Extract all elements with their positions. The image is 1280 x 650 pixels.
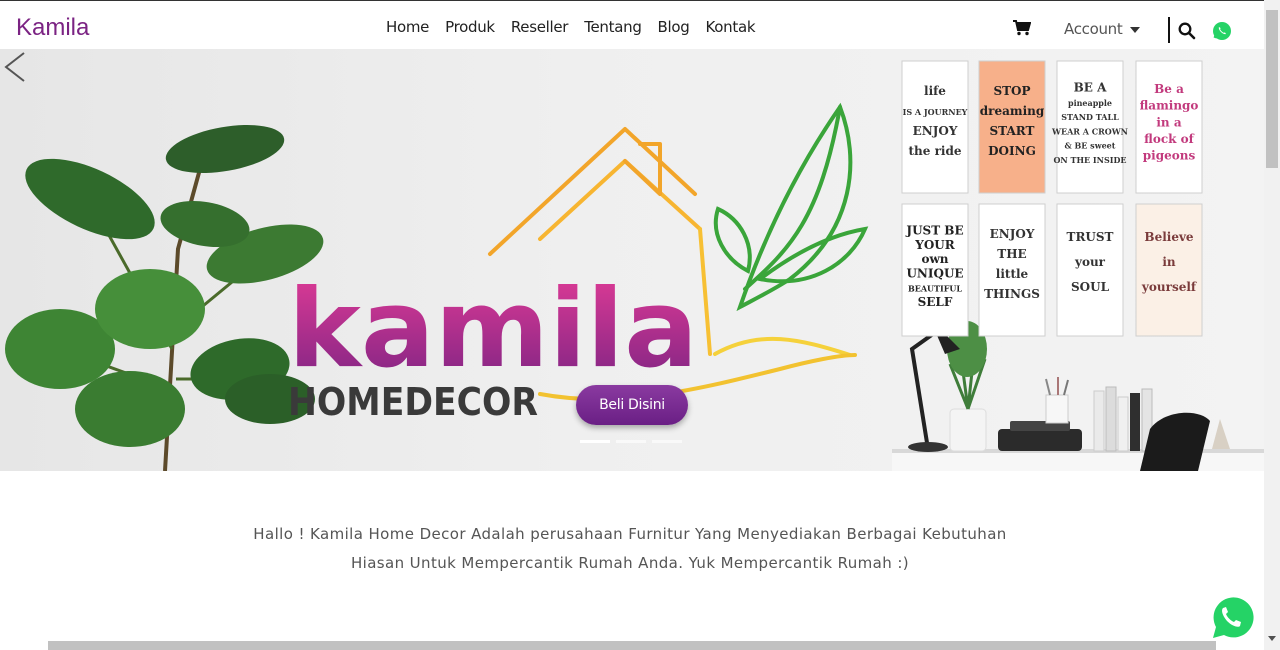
carousel-indicator[interactable] — [580, 440, 610, 443]
scroll-down-arrow-icon[interactable] — [1268, 636, 1276, 641]
nav-blog[interactable]: Blog — [650, 18, 698, 36]
poster-text: in — [1162, 255, 1176, 269]
carousel-prev-icon[interactable] — [0, 49, 30, 85]
poster-text: STAND TALL — [1061, 112, 1119, 122]
carousel-indicators — [580, 440, 682, 443]
poster-4: Be a flamingo in a flock of pigeons — [1135, 60, 1203, 194]
nav-divider — [1168, 17, 1170, 43]
brand-logo[interactable]: Kamila — [16, 14, 89, 42]
poster-text: your — [1074, 255, 1106, 269]
account-dropdown[interactable]: Account — [1064, 20, 1141, 38]
vertical-scroll-thumb[interactable] — [1266, 10, 1278, 168]
poster-text: little — [996, 267, 1029, 281]
poster-text: pineapple — [1068, 98, 1112, 108]
poster-text: ENJOY — [913, 124, 958, 138]
nav-tentang[interactable]: Tentang — [576, 18, 649, 36]
poster-text: START — [990, 124, 1035, 138]
poster-3: BE A pineapple STAND TALL WEAR A CROWN & BE … — [1051, 60, 1128, 194]
poster-text: BEAUTIFUL — [908, 284, 962, 294]
whatsapp-float-icon[interactable] — [1207, 594, 1255, 642]
poster-text: YOUR — [914, 238, 955, 252]
leaf-logo — [713, 102, 869, 312]
poster-frame — [1056, 203, 1124, 337]
poster-grid: life IS A JOURNEY ENJOY the ride STOP dreamin… — [901, 60, 1203, 337]
plant-illustration — [5, 124, 324, 471]
buy-here-button[interactable]: Beli Disini — [576, 385, 688, 425]
logo-wordmark: kamila — [288, 267, 698, 392]
account-label: Account — [1064, 20, 1123, 38]
carousel-indicator[interactable] — [616, 440, 646, 443]
poster-text: life — [924, 84, 946, 98]
poster-6: ENJOY THE little THINGS — [978, 203, 1046, 337]
poster-2: STOP dreaming START DOING — [978, 60, 1046, 194]
poster-text: SELF — [918, 295, 953, 309]
cart-icon[interactable] — [1013, 20, 1031, 36]
poster-text: THINGS — [984, 287, 1040, 301]
nav-produk[interactable]: Produk — [437, 18, 503, 36]
poster-text: UNIQUE — [906, 266, 963, 280]
poster-text: DOING — [988, 144, 1036, 158]
poster-text: IS A JOURNEY — [903, 107, 968, 117]
poster-8: Believe in yourself — [1135, 203, 1203, 337]
whatsapp-icon[interactable] — [1212, 21, 1232, 41]
poster-7: TRUST your SOUL — [1056, 203, 1124, 337]
poster-text: WEAR A CROWN — [1051, 126, 1128, 136]
poster-1: life IS A JOURNEY ENJOY the ride — [901, 60, 969, 194]
poster-text: & BE sweet — [1065, 141, 1116, 151]
caret-down-icon — [1130, 26, 1141, 33]
carousel-indicator[interactable] — [652, 440, 682, 443]
poster-text: BE A — [1074, 81, 1107, 95]
poster-text: TRUST — [1067, 230, 1114, 244]
page: Kamila Home Produk Reseller Tentang Blog… — [0, 0, 1280, 650]
poster-text: the ride — [909, 144, 962, 158]
poster-text: JUST BE — [905, 224, 963, 238]
poster-text: ON THE INSIDE — [1053, 155, 1126, 165]
nav-links: Home Produk Reseller Tentang Blog Kontak — [378, 18, 763, 36]
poster-text: pigeons — [1143, 149, 1196, 163]
poster-text: ENJOY — [990, 227, 1035, 241]
search-icon[interactable] — [1178, 22, 1196, 40]
intro-text: Hallo ! Kamila Home Decor Adalah perusah… — [253, 525, 1007, 572]
poster-text: SOUL — [1071, 280, 1110, 294]
poster-text: yourself — [1141, 280, 1197, 294]
logo-subtitle: HOMEDECOR — [288, 380, 538, 424]
poster-text: THE — [997, 247, 1026, 261]
nav-reseller[interactable]: Reseller — [503, 18, 576, 36]
poster-text: in a — [1156, 115, 1181, 129]
poster-text: flamingo — [1140, 99, 1199, 113]
poster-5: JUST BEYOURownUNIQUE BEAUTIFULSELF — [901, 203, 969, 337]
horizontal-scrollbar[interactable] — [48, 641, 1216, 650]
poster-text: STOP — [993, 84, 1030, 98]
poster-text: Believe — [1144, 230, 1194, 244]
navbar: Kamila Home Produk Reseller Tentang Blog… — [0, 1, 1264, 49]
poster-text: Be a — [1154, 82, 1184, 96]
poster-frame — [1135, 203, 1203, 337]
nav-home[interactable]: Home — [378, 18, 437, 36]
poster-text: flock of — [1144, 132, 1195, 146]
nav-kontak[interactable]: Kontak — [698, 18, 764, 36]
poster-text: own — [921, 252, 948, 266]
poster-text: dreaming — [980, 104, 1045, 118]
hero-carousel: kamila HOMEDECOR life IS A JOURNEY ENJOY th… — [0, 49, 1264, 471]
